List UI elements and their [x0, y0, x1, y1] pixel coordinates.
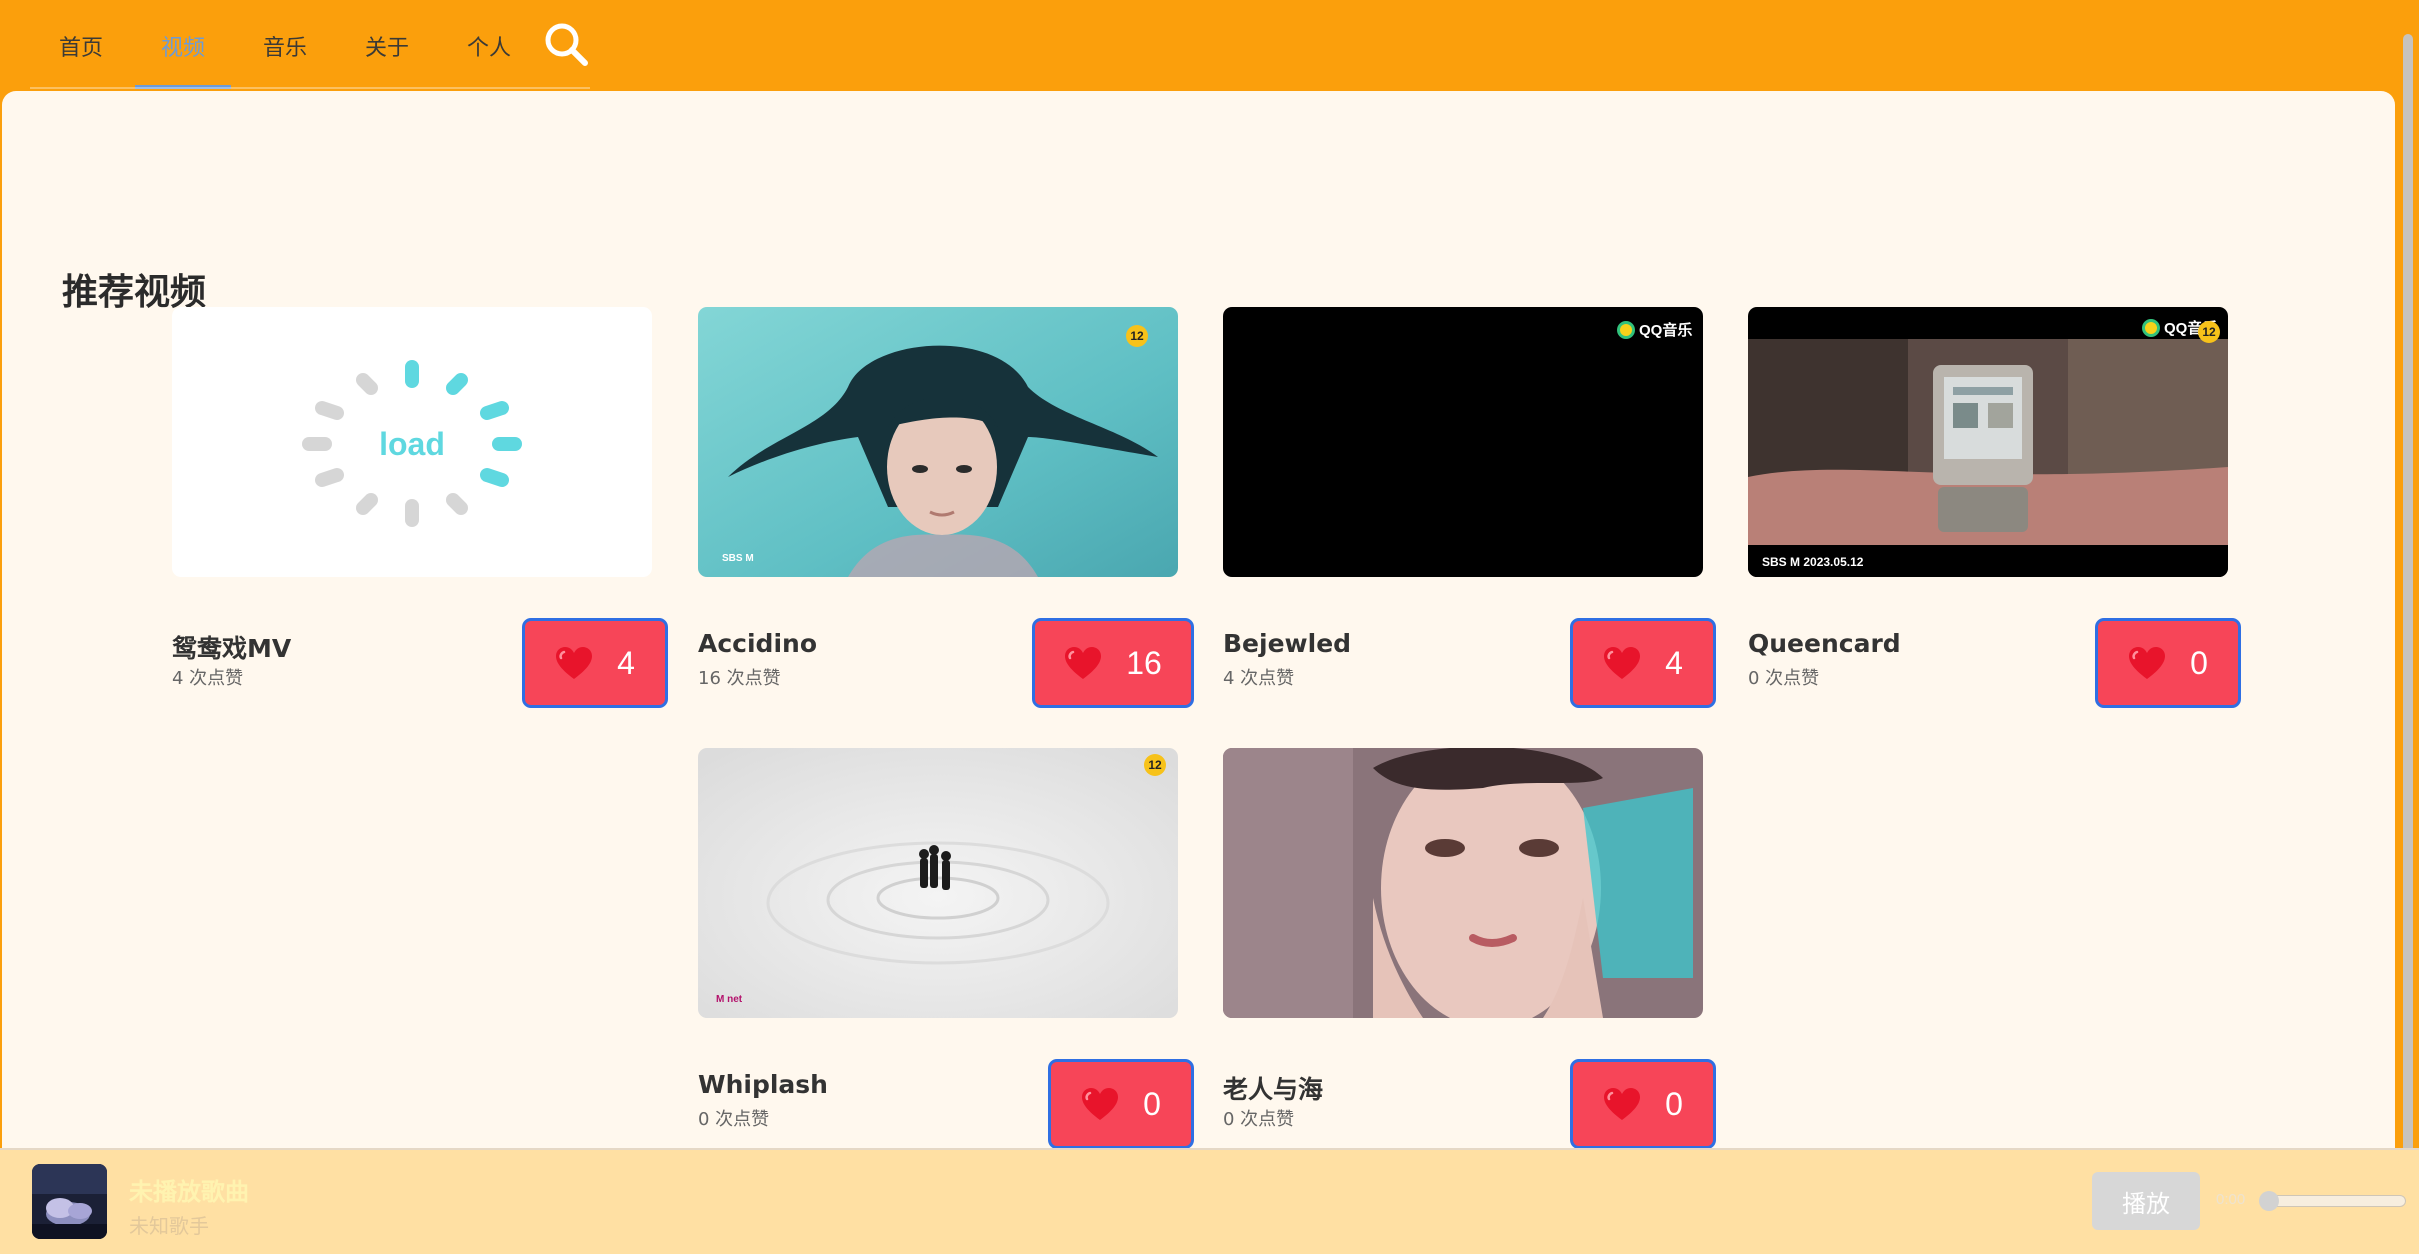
- heart-icon: [2129, 647, 2166, 679]
- age-rating-badge: 12: [1144, 754, 1166, 776]
- loading-text: load: [379, 426, 445, 462]
- video-title[interactable]: Bejewled: [1223, 629, 1351, 658]
- top-navigation-bar: 首页 视频 音乐 关于 个人: [0, 0, 2419, 91]
- video-thumbnail[interactable]: 12 M net: [698, 748, 1178, 1018]
- like-button[interactable]: 16: [1032, 618, 1194, 708]
- video-thumbnail[interactable]: 12 SBS M: [698, 307, 1178, 577]
- current-time: 0:00: [2216, 1191, 2246, 1208]
- age-rating-badge: 12: [1126, 325, 1148, 347]
- age-rating-badge: 12: [2198, 321, 2220, 343]
- video-thumbnail-image: [1748, 339, 2228, 577]
- like-button[interactable]: 4: [522, 618, 668, 708]
- video-thumbnail[interactable]: QQ音乐 12 SBS M 2023.05.12: [1748, 307, 2228, 577]
- heart-icon: [1604, 1088, 1641, 1120]
- like-count: 0: [1665, 1085, 1683, 1122]
- search-button[interactable]: [538, 16, 594, 72]
- qq-music-icon: [2142, 318, 2160, 337]
- video-like-count-text: 4 次点赞: [172, 668, 244, 689]
- video-title[interactable]: 老人与海: [1223, 1070, 1323, 1106]
- broadcast-date: 2023.05.12: [1803, 555, 1864, 569]
- channel-text: SBS M: [1762, 555, 1801, 569]
- heart-icon: [1065, 647, 1102, 679]
- channel-watermark: M net: [716, 994, 743, 1005]
- like-button[interactable]: 0: [1048, 1059, 1194, 1148]
- like-button[interactable]: 4: [1570, 618, 1716, 708]
- like-count: 16: [1126, 644, 1162, 681]
- heart-icon: [556, 647, 593, 679]
- channel-watermark: SBS M: [722, 553, 754, 564]
- video-card: load 鸳鸯戏MV 4 次点赞 4: [172, 307, 668, 708]
- video-thumbnail[interactable]: [1223, 748, 1703, 1018]
- heart-icon: [1082, 1088, 1119, 1120]
- video-thumbnail-image: [698, 307, 1178, 577]
- nav-divider: [30, 87, 590, 89]
- like-count: 4: [1665, 644, 1683, 681]
- video-title[interactable]: Queencard: [1748, 629, 1901, 658]
- video-like-count-text: 0 次点赞: [1748, 668, 1820, 689]
- progress-slider[interactable]: [2259, 1191, 2406, 1211]
- video-like-count-text: 16 次点赞: [698, 668, 781, 689]
- video-thumbnail-image: [1223, 748, 1703, 1018]
- nav-item-music[interactable]: 音乐: [234, 0, 336, 91]
- video-thumbnail[interactable]: load: [172, 307, 652, 577]
- video-title[interactable]: Accidino: [698, 629, 817, 658]
- nav-item-videos[interactable]: 视频: [132, 0, 234, 91]
- song-title: 未播放歌曲: [129, 1178, 249, 1206]
- search-icon: [545, 23, 588, 66]
- album-cover[interactable]: [32, 1164, 107, 1239]
- like-count: 4: [617, 644, 635, 681]
- broadcast-watermark: SBS M 2023.05.12: [1762, 555, 1863, 569]
- nav-item-home[interactable]: 首页: [30, 0, 132, 91]
- main-content: 推荐视频 load 鸳鸯戏MV 4 次点赞 4 12 SBS M Accidin…: [2, 91, 2395, 1148]
- video-title[interactable]: 鸳鸯戏MV: [172, 629, 291, 665]
- like-count: 0: [2190, 644, 2208, 681]
- heart-icon: [1604, 647, 1641, 679]
- video-thumbnail[interactable]: QQ音乐: [1223, 307, 1703, 577]
- loading-spinner: load: [302, 360, 522, 527]
- video-title[interactable]: Whiplash: [698, 1070, 828, 1099]
- like-button[interactable]: 0: [1570, 1059, 1716, 1148]
- video-card: 老人与海 0 次点赞 0: [1223, 748, 1716, 1148]
- video-like-count-text: 0 次点赞: [1223, 1109, 1295, 1130]
- nav-item-about[interactable]: 关于: [336, 0, 438, 91]
- like-button[interactable]: 0: [2095, 618, 2241, 708]
- play-button[interactable]: 播放: [2092, 1172, 2200, 1230]
- main-nav: 首页 视频 音乐 关于 个人: [30, 0, 540, 91]
- watermark-text: QQ音乐: [1639, 322, 1693, 339]
- scrollbar-thumb[interactable]: [2403, 34, 2413, 1154]
- qq-music-icon: [1617, 320, 1635, 339]
- video-card: QQ音乐 Bejewled 4 次点赞 4: [1223, 307, 1716, 708]
- qq-music-watermark: QQ音乐: [1617, 319, 1692, 340]
- nav-item-profile[interactable]: 个人: [438, 0, 540, 91]
- music-player-bar: 未播放歌曲 未知歌手 播放 0:00: [0, 1148, 2419, 1254]
- video-like-count-text: 4 次点赞: [1223, 668, 1295, 689]
- song-artist: 未知歌手: [129, 1214, 209, 1238]
- page-scrollbar[interactable]: [2397, 0, 2419, 1160]
- video-card: QQ音乐 12 SBS M 2023.05.12 Queencard 0 次点赞…: [1748, 307, 2241, 708]
- video-card: 12 M net Whiplash 0 次点赞 0: [698, 748, 1194, 1148]
- video-thumbnail-image: [698, 748, 1178, 1018]
- album-cover-image: [32, 1164, 107, 1239]
- like-count: 0: [1143, 1085, 1161, 1122]
- video-like-count-text: 0 次点赞: [698, 1109, 770, 1130]
- progress-knob[interactable]: [2259, 1191, 2279, 1211]
- video-card: 12 SBS M Accidino 16 次点赞 16: [698, 307, 1194, 708]
